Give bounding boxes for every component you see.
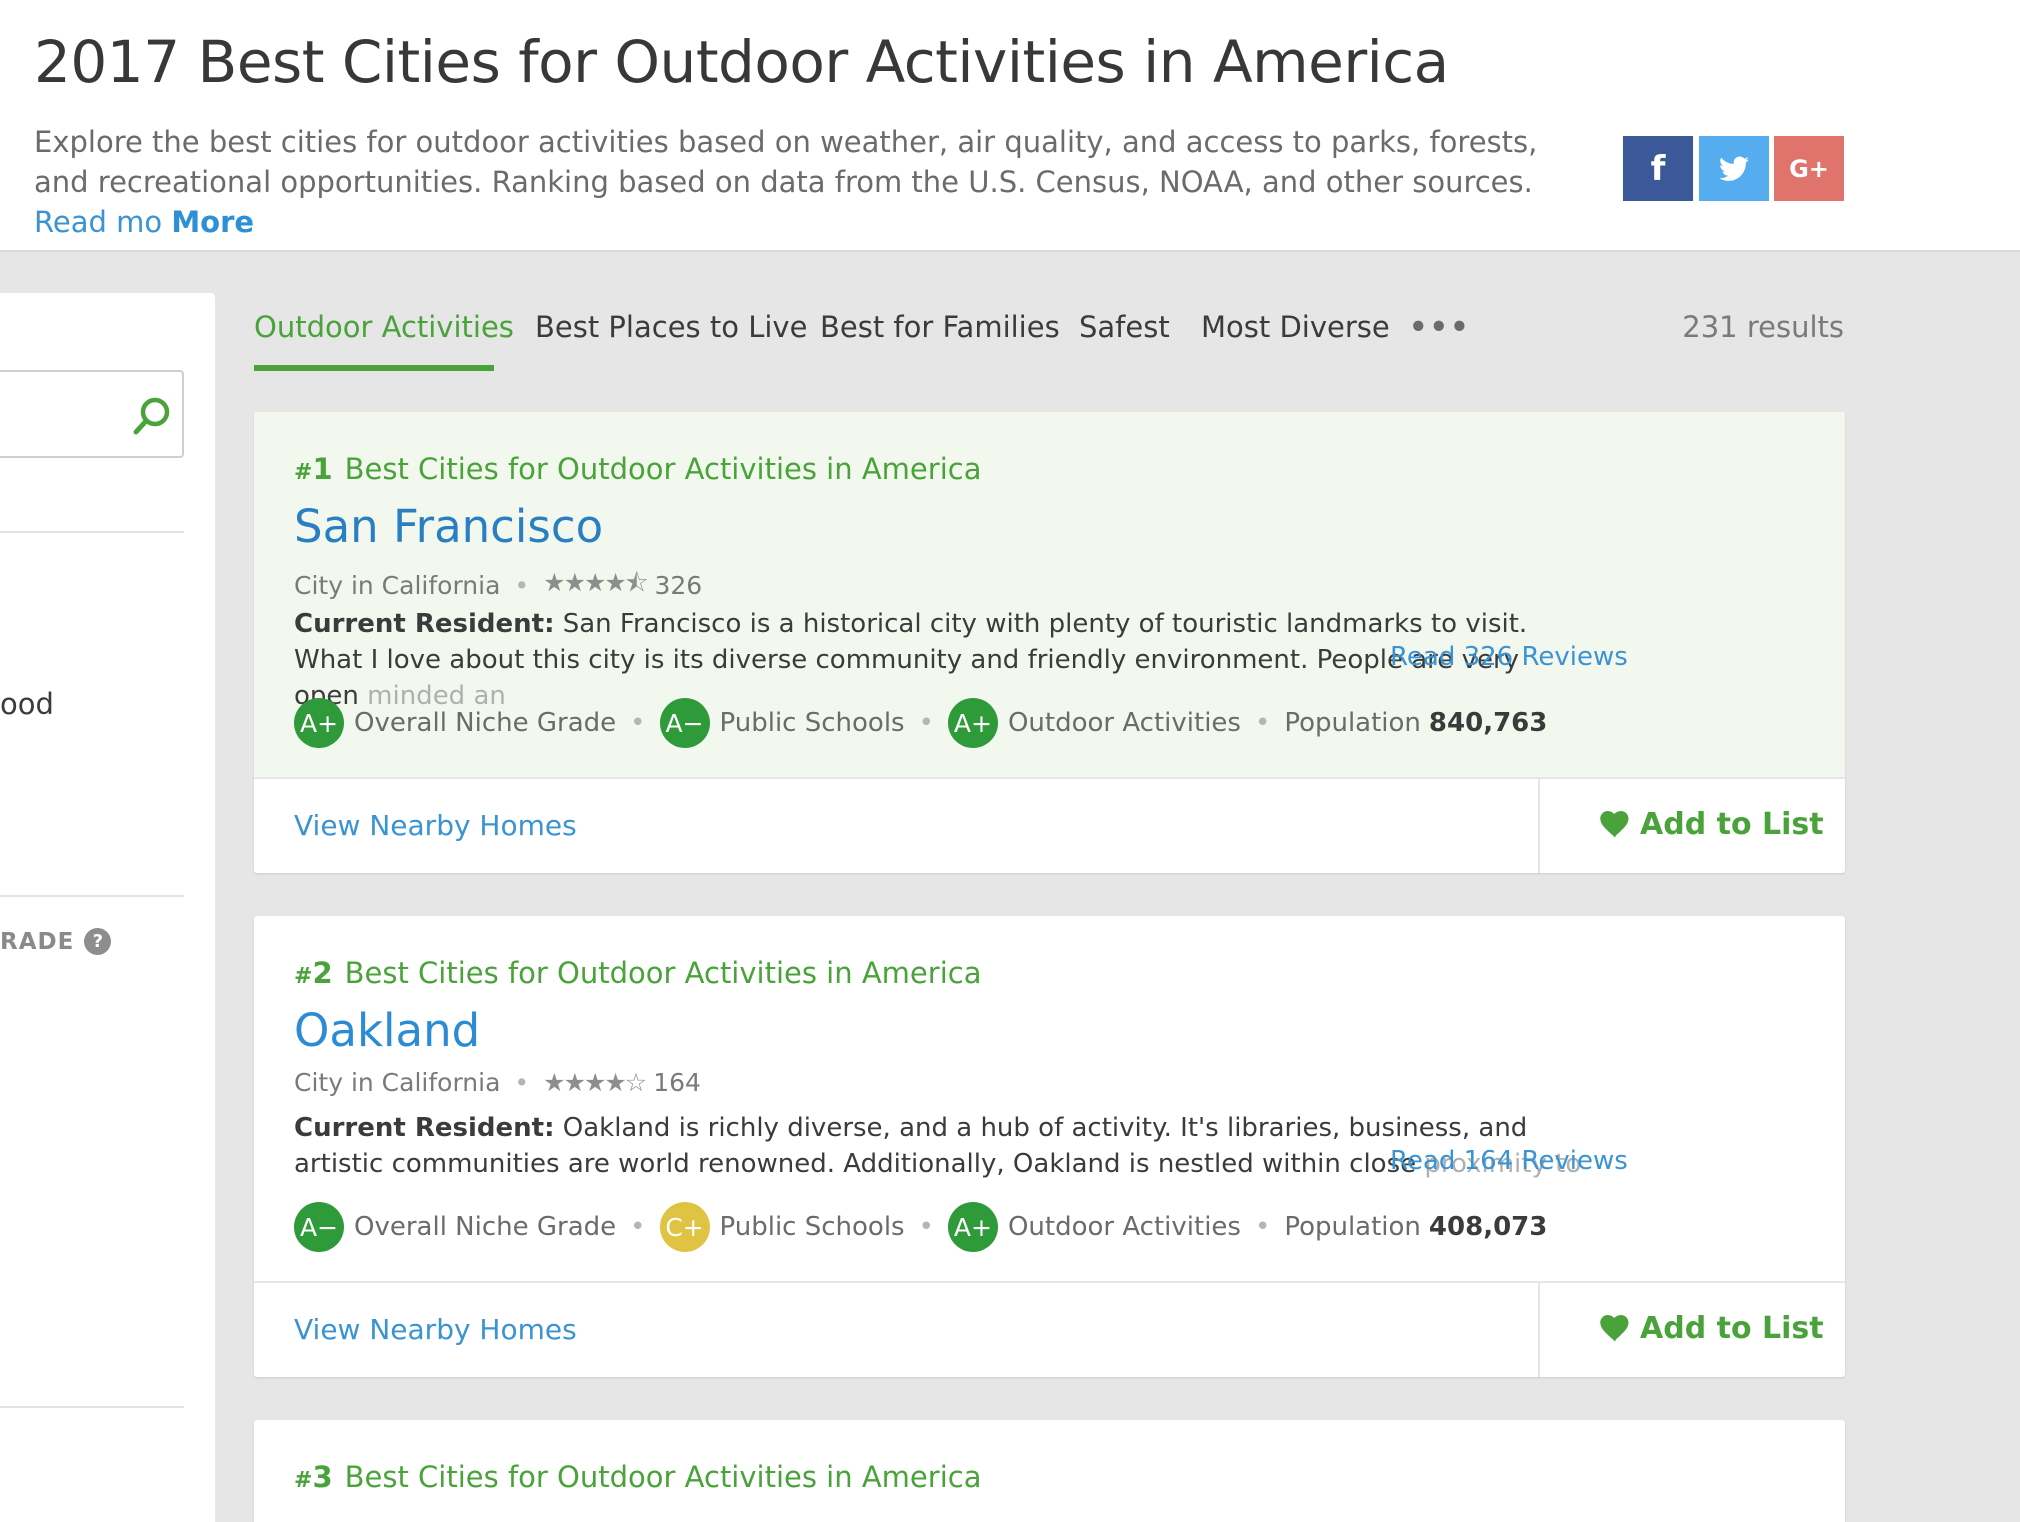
sidebar-divider <box>0 1406 184 1408</box>
tab-safest[interactable]: Safest <box>1079 310 1170 344</box>
ranking-name: Best Cities for Outdoor Activities in Am… <box>344 452 982 486</box>
review-count: 164 <box>653 1068 701 1097</box>
add-to-list-button[interactable]: Add to List <box>1600 807 1824 842</box>
filter-sidebar <box>0 293 215 1522</box>
card-main[interactable]: #3 Best Cities for Outdoor Activities in … <box>254 1420 1845 1522</box>
card-main[interactable]: #1 Best Cities for Outdoor Activities in … <box>254 412 1845 777</box>
footer-divider <box>1538 1283 1540 1377</box>
city-meta: City in California • ★★★★⯪ 326 <box>294 564 702 607</box>
ranking-name: Best Cities for Outdoor Activities in Am… <box>344 1460 982 1494</box>
city-name-link[interactable]: Oakland <box>294 1004 480 1057</box>
view-nearby-homes-link[interactable]: View Nearby Homes <box>294 809 577 842</box>
add-to-list-label: Add to List <box>1640 807 1824 842</box>
grade-badge: A− <box>659 698 710 748</box>
city-card: #3 Best Cities for Outdoor Activities in … <box>254 1420 1845 1522</box>
city-card: #2 Best Cities for Outdoor Activities in … <box>254 916 1845 1377</box>
separator-dot: • <box>514 571 530 600</box>
ranking-line: #2 Best Cities for Outdoor Activities in … <box>294 956 981 990</box>
twitter-icon <box>1719 156 1749 181</box>
tab-most-diverse[interactable]: Most Diverse <box>1201 310 1390 344</box>
sidebar-divider <box>0 895 184 897</box>
separator-dot: • <box>630 1212 646 1242</box>
grade-badge: A+ <box>947 698 998 748</box>
grade-badge: A+ <box>294 698 344 748</box>
sidebar-divider <box>0 531 184 533</box>
city-card: #1 Best Cities for Outdoor Activities in … <box>254 412 1845 873</box>
grade-badge: A− <box>294 1202 344 1252</box>
rank-hash: # <box>294 964 313 989</box>
google-plus-share-button[interactable]: G+ <box>1774 136 1844 201</box>
rank-number: 3 <box>312 1460 333 1494</box>
footer-divider <box>1538 779 1540 873</box>
tab-best-for-families[interactable]: Best for Families <box>820 310 1060 344</box>
review-author-label: Current Resident: <box>294 609 555 639</box>
tab-best-places-to-live[interactable]: Best Places to Live <box>535 310 807 344</box>
separator-dot: • <box>1254 708 1271 738</box>
ranking-line: #1 Best Cities for Outdoor Activities in … <box>294 452 981 486</box>
active-tab-indicator <box>254 365 494 371</box>
city-meta: City in California • ★★★★☆ 164 <box>294 1068 701 1097</box>
rank-number: 2 <box>312 956 333 990</box>
card-footer: View Nearby Homes Add to List <box>254 777 1845 873</box>
page-header: 2017 Best Cities for Outdoor Activities … <box>0 0 2020 252</box>
heart-icon <box>1600 1315 1629 1342</box>
separator-dot: • <box>918 1212 934 1242</box>
grade-label: Overall Niche Grade <box>354 1212 617 1242</box>
city-type: City in California <box>294 1068 501 1097</box>
review-author-label: Current Resident: <box>294 1113 555 1143</box>
page-title: 2017 Best Cities for Outdoor Activities … <box>34 28 1449 96</box>
sidebar-grade-heading: RADE ? <box>0 928 112 955</box>
separator-dot: • <box>1254 1212 1271 1242</box>
population-value: 408,073 <box>1428 1212 1548 1242</box>
review-count: 326 <box>654 571 703 600</box>
twitter-share-button[interactable] <box>1699 136 1769 201</box>
read-reviews-link[interactable]: Read 164 Reviews <box>1390 1146 1628 1176</box>
grade-heading-label: RADE <box>0 928 75 955</box>
rank-hash: # <box>294 1468 313 1493</box>
help-icon[interactable]: ? <box>84 928 112 955</box>
grade-label: Overall Niche Grade <box>354 708 617 738</box>
grade-label: Outdoor Activities <box>1007 708 1241 738</box>
read-reviews-link[interactable]: Read 326 Reviews <box>1390 642 1628 672</box>
grade-label: Public Schools <box>719 708 905 738</box>
population-value: 840,763 <box>1428 708 1548 738</box>
city-type: City in California <box>294 571 501 600</box>
facebook-share-button[interactable]: f <box>1623 136 1693 201</box>
grades-row: A− Overall Niche Grade • C+ Public Schoo… <box>294 1202 1547 1252</box>
grade-label: Outdoor Activities <box>1007 1212 1241 1242</box>
separator-dot: • <box>514 1068 530 1097</box>
ranking-line: #3 Best Cities for Outdoor Activities in … <box>294 1460 981 1494</box>
separator-dot: • <box>918 708 934 738</box>
read-more-link[interactable]: Read mo <box>34 205 162 239</box>
star-rating-icon: ★★★★⯪ <box>543 568 648 597</box>
card-main[interactable]: #2 Best Cities for Outdoor Activities in … <box>254 916 1845 1281</box>
description-text: Explore the best cities for outdoor acti… <box>34 125 1538 199</box>
results-count: 231 results <box>1682 310 1844 344</box>
more-link[interactable]: More <box>171 205 254 239</box>
search-icon[interactable] <box>130 394 174 438</box>
city-name-link[interactable]: San Francisco <box>294 500 603 553</box>
grade-label: Public Schools <box>719 1212 905 1242</box>
tab-outdoor-activities[interactable]: Outdoor Activities <box>254 310 514 344</box>
rank-number: 1 <box>312 452 333 486</box>
view-nearby-homes-link[interactable]: View Nearby Homes <box>294 1313 577 1346</box>
add-to-list-label: Add to List <box>1640 1311 1824 1346</box>
card-footer: View Nearby Homes Add to List <box>254 1281 1845 1377</box>
sidebar-filter-option[interactable]: ood <box>0 687 54 721</box>
population-label: Population <box>1284 1212 1421 1242</box>
star-rating-icon: ★★★★☆ <box>543 1068 647 1097</box>
population-label: Population <box>1284 708 1421 738</box>
grades-row: A+ Overall Niche Grade • A− Public Schoo… <box>294 698 1547 748</box>
add-to-list-button[interactable]: Add to List <box>1600 1311 1824 1346</box>
grade-badge: C+ <box>659 1202 710 1252</box>
rank-hash: # <box>294 460 313 485</box>
heart-icon <box>1600 811 1629 838</box>
page-description: Explore the best cities for outdoor acti… <box>34 122 1574 242</box>
ranking-name: Best Cities for Outdoor Activities in Am… <box>344 956 982 990</box>
more-tabs-icon[interactable]: ••• <box>1409 310 1471 344</box>
separator-dot: • <box>630 708 646 738</box>
grade-badge: A+ <box>947 1202 998 1252</box>
google-plus-icon: G+ <box>1789 154 1829 183</box>
facebook-icon: f <box>1650 148 1666 189</box>
